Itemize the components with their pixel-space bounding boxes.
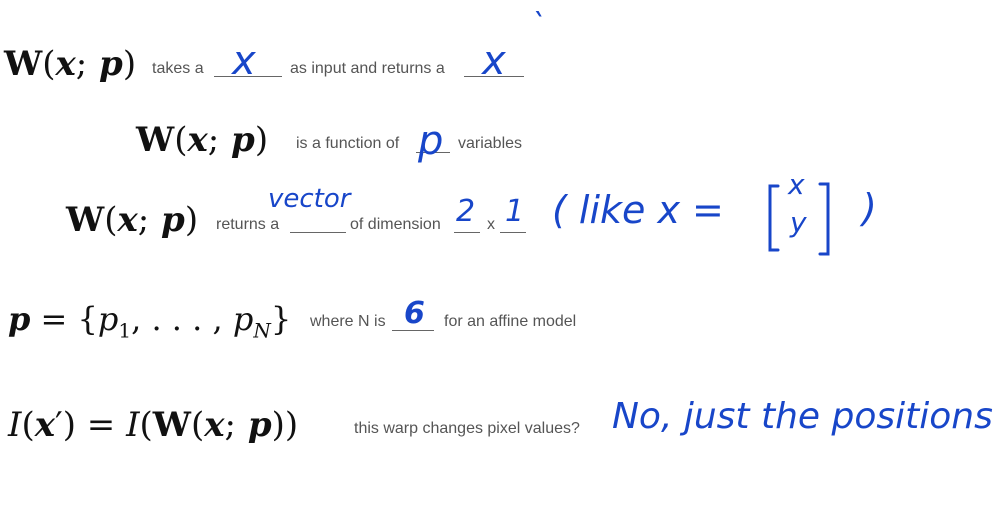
- line1-math: W(x; p): [4, 44, 137, 84]
- line3-vector-bottom: y: [790, 206, 807, 239]
- line5-text-a: this warp changes pixel values?: [354, 420, 580, 437]
- line5-answer-a: No, just the positions: [612, 396, 993, 437]
- line3-blank-c: [500, 232, 526, 233]
- line1-answer-b: x: [482, 38, 506, 84]
- line3-math: W(x; p): [66, 200, 199, 240]
- line2-math: W(x; p): [136, 120, 269, 160]
- line2-answer-a: p: [418, 118, 444, 164]
- line3-answer-b: 2: [456, 194, 476, 229]
- line2-text-b: variables: [458, 135, 523, 152]
- line3-text-a: returns a: [216, 216, 280, 233]
- line1-text-a: takes a: [152, 60, 204, 77]
- line2-text-a: is a function of: [296, 135, 400, 152]
- line5-math: I(x′) = I(W(x; p)): [8, 405, 299, 445]
- line3-text-b: of dimension: [350, 216, 441, 233]
- line1-answer-a: x: [232, 38, 256, 84]
- line4-answer-a: 6: [404, 296, 425, 331]
- line3-blank-b: [454, 232, 480, 233]
- line4-text-a: where N is: [310, 313, 386, 330]
- line3-answer-c: 1: [505, 194, 525, 229]
- line3-answer-a: vector: [268, 184, 351, 214]
- line1-answer-b-prime: `: [530, 8, 545, 43]
- line4-text-b: for an affine model: [444, 313, 577, 330]
- line3-note: ( like x =: [552, 188, 724, 232]
- line1-text-b: as input and returns a: [290, 60, 445, 77]
- line3-text-x: x: [487, 216, 495, 233]
- line4-math: p = {p1, . . . , pN}: [8, 300, 292, 343]
- line3-note-close: ): [862, 186, 877, 230]
- line3-vector-top: x: [788, 168, 805, 201]
- line3-blank-a: [290, 232, 346, 233]
